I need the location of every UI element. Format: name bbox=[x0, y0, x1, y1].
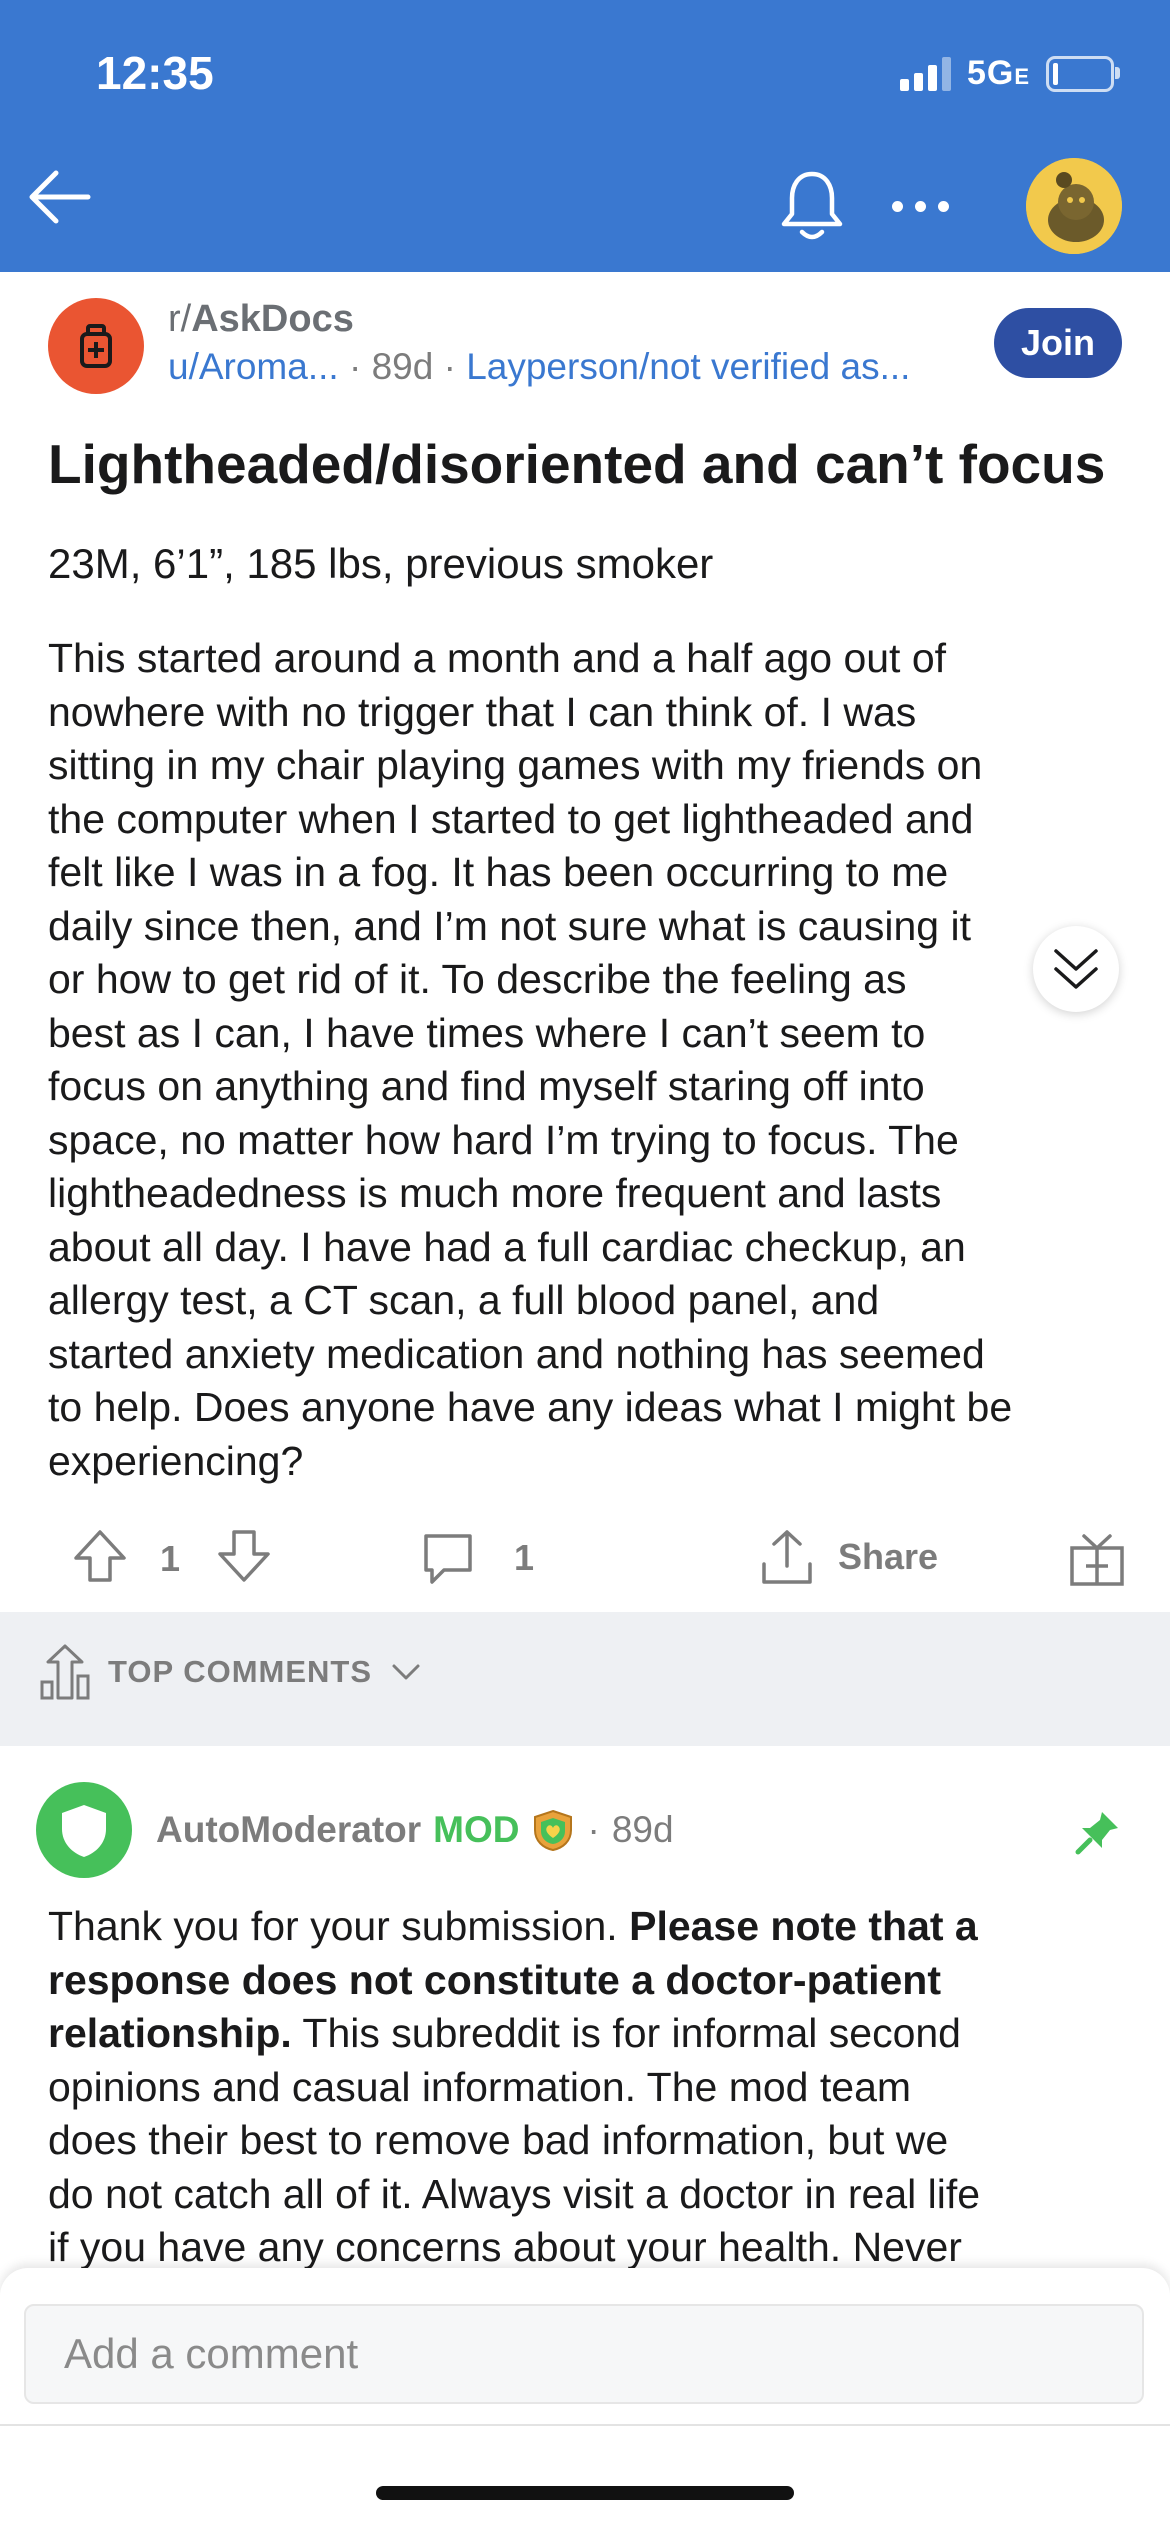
post-author[interactable]: u/Aroma... bbox=[168, 346, 339, 387]
mod-shield-emblem-icon bbox=[534, 1809, 573, 1852]
share-icon bbox=[762, 1530, 812, 1584]
comment-sort-button[interactable]: TOP COMMENTS bbox=[38, 1642, 424, 1702]
comment-sort-bar: TOP COMMENTS bbox=[0, 1612, 1170, 1746]
snoo-avatar-icon bbox=[1026, 158, 1122, 254]
post-body-line: daily since then, and I’m not sure what … bbox=[48, 902, 971, 949]
home-indicator[interactable] bbox=[376, 2486, 794, 2500]
comment-line: response does not constitute a doctor-pa… bbox=[48, 1956, 941, 2003]
post-body-line: started anxiety medication and nothing h… bbox=[48, 1330, 985, 1377]
pinned-icon bbox=[1072, 1808, 1122, 1858]
jump-to-comments-button[interactable] bbox=[1033, 926, 1119, 1012]
comments-button[interactable]: 1 bbox=[418, 1528, 534, 1588]
mod-badge: MOD bbox=[433, 1809, 520, 1850]
chevron-down-icon bbox=[392, 1664, 420, 1680]
post-body-line: about all day. I have had a full cardiac… bbox=[48, 1223, 966, 1270]
comment-count: 1 bbox=[514, 1537, 535, 1578]
comment-author[interactable]: AutoModerator bbox=[156, 1809, 421, 1851]
post-body-line: sitting in my chair playing games with m… bbox=[48, 742, 983, 788]
post-age: 89d bbox=[371, 346, 434, 387]
back-button[interactable] bbox=[22, 160, 96, 234]
post-body: This started around a month and a half a… bbox=[48, 632, 1128, 1488]
network-indicator: 5GE bbox=[966, 54, 1030, 92]
post-body-line: This started around a month and a half a… bbox=[48, 635, 947, 681]
medical-kit-icon bbox=[80, 324, 112, 368]
share-button[interactable]: Share bbox=[756, 1526, 938, 1588]
comment-body: Thank you for your submission. Please no… bbox=[48, 1900, 1128, 2275]
vote-count: 1 bbox=[160, 1538, 181, 1579]
post-body-line: experiencing? bbox=[48, 1437, 304, 1484]
status-indicators: 5GE bbox=[899, 54, 1120, 93]
post-action-bar: 1 1 Share bbox=[0, 1508, 1170, 1604]
post-body-line: space, no matter how hard I’m trying to … bbox=[48, 1116, 959, 1163]
arrow-left-icon bbox=[29, 170, 91, 224]
comment-bubble-icon bbox=[424, 1534, 472, 1584]
comment-line: if you have any concerns about your heal… bbox=[48, 2224, 962, 2270]
add-comment-input[interactable] bbox=[24, 2304, 1144, 2404]
top-sort-icon bbox=[40, 1644, 90, 1700]
comment-line: does their best to remove bad informatio… bbox=[48, 2117, 949, 2163]
gift-icon bbox=[1070, 1534, 1124, 1586]
user-avatar-button[interactable] bbox=[1026, 158, 1122, 254]
post-body-line: best as I can, I have times where I can’… bbox=[48, 1009, 926, 1056]
upvote-button[interactable] bbox=[70, 1526, 130, 1586]
post-body-line: lightheadedness is much more frequent an… bbox=[48, 1170, 942, 1216]
bell-icon bbox=[781, 171, 843, 240]
share-label: Share bbox=[838, 1536, 939, 1577]
comment-header: AutoModerator MOD · 89d bbox=[156, 1809, 674, 1852]
award-button[interactable] bbox=[1066, 1528, 1128, 1590]
comment-line: Thank you for your submission. Please no… bbox=[48, 1903, 978, 1949]
comment-line: opinions and casual information. The mod… bbox=[48, 2063, 912, 2110]
post-body-line: or how to get rid of it. To describe the… bbox=[48, 956, 907, 1002]
status-time: 12:35 bbox=[96, 47, 214, 99]
post-stats-line: 23M, 6’1”, 185 lbs, previous smoker bbox=[48, 540, 714, 587]
join-button[interactable]: Join bbox=[994, 308, 1122, 378]
post-body-line: nowhere with no trigger that I can think… bbox=[48, 688, 917, 735]
post-body-line: allergy test, a CT scan, a full blood pa… bbox=[48, 1277, 880, 1323]
post-body-line: felt like I was in a fog. It has been oc… bbox=[48, 849, 949, 895]
subreddit-icon[interactable] bbox=[48, 298, 144, 394]
notifications-button[interactable] bbox=[770, 162, 854, 246]
comment-sort-label: TOP COMMENTS bbox=[108, 1654, 373, 1689]
comment-line: relationship. This subreddit is for info… bbox=[48, 2010, 961, 2056]
app-header: 12:35 5GE bbox=[0, 0, 1170, 272]
post-body-line: the computer when I started to get light… bbox=[48, 795, 974, 842]
signal-icon bbox=[899, 56, 951, 91]
post-body-line: to help. Does anyone have any ideas what… bbox=[48, 1384, 1013, 1430]
downvote-arrow-icon bbox=[218, 1530, 270, 1582]
post-title: Lightheaded/disoriented and can’t focus bbox=[48, 433, 1106, 495]
divider bbox=[0, 2424, 1170, 2426]
user-flair: Layperson/not verified as... bbox=[466, 346, 911, 387]
downvote-button[interactable] bbox=[214, 1526, 274, 1586]
upvote-arrow-icon bbox=[74, 1530, 126, 1582]
comment-age: 89d bbox=[611, 1809, 674, 1850]
subreddit-name[interactable]: r/AskDocs bbox=[168, 298, 354, 341]
post-meta: u/Aroma... · 89d · Layperson/not verifie… bbox=[168, 346, 911, 387]
comment-avatar[interactable] bbox=[36, 1782, 132, 1878]
post-body-line: focus on anything and find myself starin… bbox=[48, 1063, 925, 1109]
more-options-button[interactable] bbox=[892, 186, 972, 226]
comment-line: do not catch all of it. Always visit a d… bbox=[48, 2170, 981, 2217]
double-chevron-down-icon bbox=[1054, 949, 1098, 989]
battery-icon bbox=[1046, 55, 1120, 92]
shield-icon bbox=[62, 1805, 106, 1857]
